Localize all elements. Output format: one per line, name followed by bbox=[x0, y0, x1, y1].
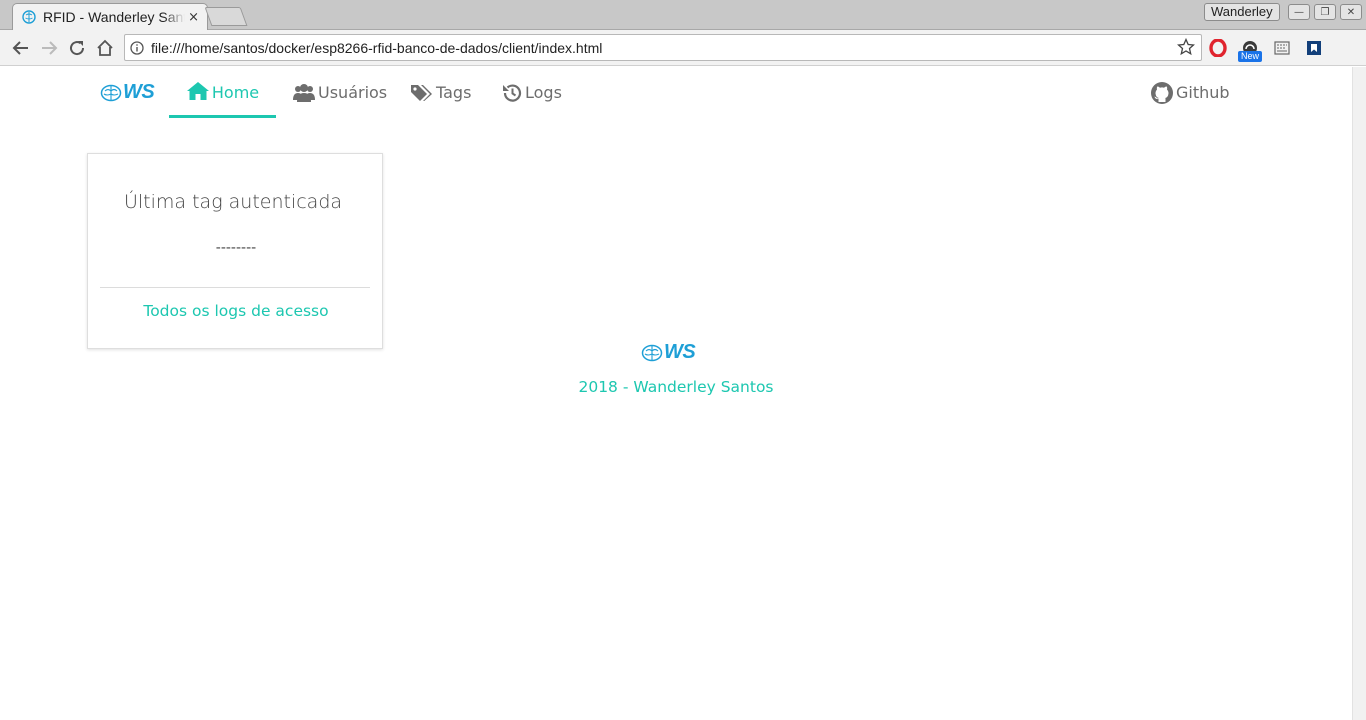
tab-close-icon[interactable]: × bbox=[188, 11, 199, 24]
close-window-button[interactable]: ✕ bbox=[1340, 4, 1362, 20]
new-badge: New bbox=[1238, 51, 1263, 62]
nav-home[interactable]: Home bbox=[169, 67, 276, 118]
address-bar[interactable]: file:///home/santos/docker/esp8266-rfid-… bbox=[124, 34, 1202, 61]
nav-github-label: Github bbox=[1176, 83, 1230, 102]
footer-brand-text: WS bbox=[664, 341, 696, 363]
nav-tags-label: Tags bbox=[436, 83, 472, 102]
nav-logs-label: Logs bbox=[525, 83, 562, 102]
nav-tags[interactable]: Tags bbox=[410, 67, 471, 118]
page-viewport: WS Home Usuários Tags Logs Github Última… bbox=[0, 67, 1352, 720]
github-icon bbox=[1151, 81, 1173, 104]
browser-home-icon bbox=[97, 39, 113, 56]
footer-copyright: 2018 - Wanderley Santos bbox=[578, 378, 774, 396]
brain-logo-icon bbox=[641, 344, 663, 361]
new-tab-button[interactable] bbox=[204, 7, 248, 26]
last-tag-value: -------- bbox=[215, 240, 257, 256]
info-icon[interactable] bbox=[125, 36, 149, 60]
reload-button[interactable] bbox=[65, 36, 89, 60]
brand-text: WS bbox=[123, 81, 155, 103]
nav-usuarios-label: Usuários bbox=[318, 83, 388, 102]
reload-icon bbox=[70, 41, 85, 56]
brain-logo-icon bbox=[100, 84, 122, 101]
page-scrollbar[interactable] bbox=[1352, 67, 1366, 720]
tab-title: RFID - Wanderley Santos bbox=[43, 9, 185, 25]
nav-home-label: Home bbox=[211, 83, 260, 102]
tags-icon bbox=[411, 84, 432, 101]
footer-logo: WS bbox=[641, 341, 696, 364]
url-text[interactable]: file:///home/santos/docker/esp8266-rfid-… bbox=[151, 40, 602, 56]
all-logs-link[interactable]: Todos os logs de acesso bbox=[88, 302, 384, 320]
nav-usuarios[interactable]: Usuários bbox=[292, 67, 387, 118]
history-icon bbox=[503, 84, 522, 102]
browser-tab[interactable]: RFID - Wanderley Santos × bbox=[12, 3, 208, 30]
back-button[interactable] bbox=[9, 36, 33, 60]
profile-button[interactable]: Wanderley bbox=[1204, 3, 1280, 21]
forward-arrow-icon bbox=[42, 41, 58, 55]
home-icon bbox=[186, 82, 209, 100]
opera-icon[interactable] bbox=[1208, 38, 1228, 58]
minimize-button[interactable]: — bbox=[1288, 4, 1310, 20]
back-arrow-icon bbox=[12, 41, 28, 55]
card-divider bbox=[100, 287, 370, 288]
forward-button[interactable] bbox=[37, 36, 61, 60]
bookmark-app-icon[interactable] bbox=[1304, 38, 1324, 58]
site-navbar: WS Home Usuários Tags Logs Github bbox=[0, 67, 1352, 119]
brand-logo[interactable]: WS bbox=[100, 81, 155, 104]
browser-titlebar: RFID - Wanderley Santos × Wanderley — ❐ … bbox=[0, 0, 1366, 30]
nav-logs[interactable]: Logs bbox=[501, 67, 562, 118]
home-button[interactable] bbox=[93, 36, 117, 60]
restore-button[interactable]: ❐ bbox=[1314, 4, 1336, 20]
nav-github[interactable]: Github bbox=[1150, 67, 1230, 118]
keyboard-icon[interactable] bbox=[1272, 38, 1292, 58]
brain-favicon-icon bbox=[22, 10, 36, 24]
card-title: Última tag autenticada bbox=[124, 191, 343, 213]
users-icon bbox=[293, 83, 315, 102]
bookmark-star-icon[interactable] bbox=[1177, 38, 1195, 56]
browser-toolbar: file:///home/santos/docker/esp8266-rfid-… bbox=[0, 30, 1366, 85]
last-tag-card: Última tag autenticada -------- Todos os… bbox=[87, 153, 383, 349]
